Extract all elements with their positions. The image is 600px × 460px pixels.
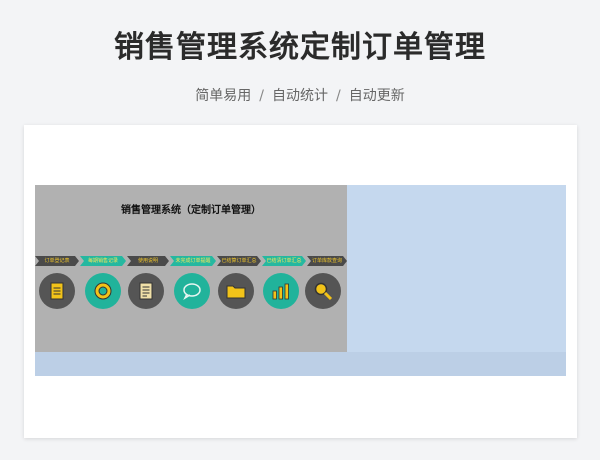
- tab-instructions[interactable]: 使用说明: [127, 256, 169, 266]
- search-icon[interactable]: [305, 273, 341, 309]
- notes-icon[interactable]: [128, 273, 164, 309]
- feature-3: 自动更新: [348, 88, 405, 104]
- chat-icon[interactable]: [174, 273, 210, 309]
- panel-title: 销售管理系统（定制订单管理）: [121, 205, 261, 216]
- spreadsheet-preview: 销售管理系统（定制订单管理） 订单登记表 每期销售记录 使用说明 未完成订单提醒…: [35, 185, 566, 376]
- document-icon[interactable]: [39, 273, 75, 309]
- separator: /: [259, 88, 264, 104]
- feature-subtitle: 简单易用 / 自动统计 / 自动更新: [0, 85, 600, 105]
- tab-period-sales[interactable]: 每期销售记录: [80, 256, 126, 266]
- tab-cleared-summary[interactable]: 已结清订单汇总: [262, 256, 306, 266]
- coin-icon[interactable]: [85, 273, 121, 309]
- nav-tabs: 订单登记表 每期销售记录 使用说明 未完成订单提醒 已结算订单汇总 已结清订单汇…: [35, 256, 347, 266]
- tab-order-register[interactable]: 订单登记表: [35, 256, 79, 266]
- system-panel: 销售管理系统（定制订单管理） 订单登记表 每期销售记录 使用说明 未完成订单提醒…: [35, 185, 347, 352]
- preview-card: 销售管理系统（定制订单管理） 订单登记表 每期销售记录 使用说明 未完成订单提醒…: [24, 125, 577, 438]
- bar-chart-icon[interactable]: [263, 273, 299, 309]
- tab-inventory-query[interactable]: 订单库款查询: [307, 256, 347, 266]
- feature-2: 自动统计: [272, 88, 328, 104]
- feature-1: 简单易用: [195, 88, 252, 104]
- page-title: 销售管理系统定制订单管理: [114, 30, 486, 65]
- separator: /: [336, 88, 341, 104]
- tab-unfinished-reminder[interactable]: 未完成订单提醒: [170, 256, 216, 266]
- folder-icon[interactable]: [218, 273, 254, 309]
- sheet-bottom-strip: [35, 352, 566, 376]
- tab-settled-summary[interactable]: 已结算订单汇总: [217, 256, 261, 266]
